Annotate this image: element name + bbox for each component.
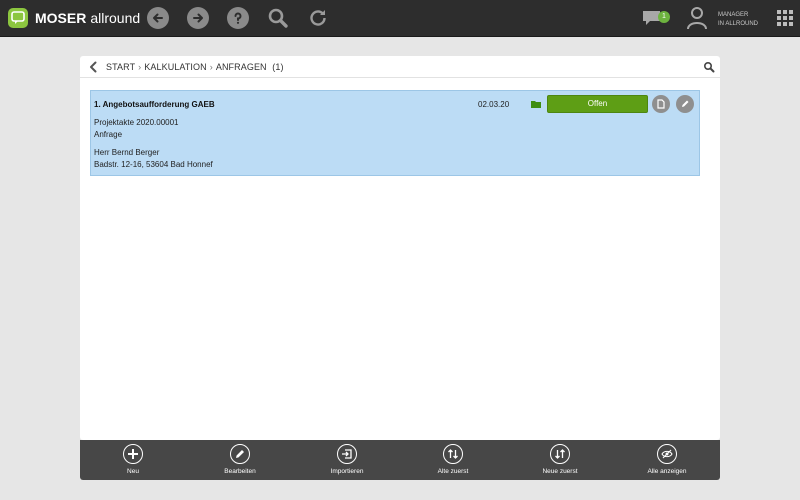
- top-bar: MOSER allround 1 MANAGER IN ALLROUND: [0, 0, 800, 37]
- import-button[interactable]: Importieren: [307, 440, 387, 480]
- sort-descending-icon: [550, 444, 570, 464]
- document-icon: [657, 99, 665, 109]
- breadcrumb-count: (1): [272, 62, 284, 72]
- list-search-icon[interactable]: [703, 61, 715, 73]
- import-label: Importieren: [330, 468, 364, 475]
- item-project: Projektakte 2020.00001: [94, 118, 179, 127]
- list-item[interactable]: 1. Angebotsaufforderung GAEB 02.03.20 Of…: [90, 90, 700, 176]
- search-icon: [268, 8, 288, 28]
- item-type: Anfrage: [94, 130, 123, 139]
- show-all-label: Alle anzeigen: [647, 468, 687, 475]
- bottom-toolbar: Neu Bearbeiten Importieren Alte zuerst N…: [80, 440, 720, 480]
- back-button[interactable]: [147, 7, 169, 29]
- user-label[interactable]: MANAGER IN ALLROUND: [718, 11, 758, 29]
- oldest-first-button[interactable]: Alte zuerst: [413, 440, 493, 480]
- copy-button[interactable]: [652, 95, 670, 113]
- pencil-icon: [682, 100, 689, 107]
- app-logo[interactable]: [8, 8, 28, 28]
- edit-item-button[interactable]: [676, 95, 694, 113]
- refresh-icon: [310, 10, 326, 26]
- breadcrumb-anfragen: ANFRAGEN: [215, 62, 267, 72]
- refresh-button[interactable]: [307, 7, 329, 29]
- breadcrumb: START › KALKULATION › ANFRAGEN (1): [106, 62, 284, 72]
- breadcrumb-kalkulation[interactable]: KALKULATION: [144, 62, 206, 72]
- import-icon: [337, 444, 357, 464]
- item-contact-name: Herr Bernd Berger: [94, 148, 160, 157]
- item-title: 1. Angebotsaufforderung GAEB: [94, 100, 215, 109]
- newest-first-button[interactable]: Neue zuerst: [520, 440, 600, 480]
- new-button[interactable]: Neu: [93, 440, 173, 480]
- item-date: 02.03.20: [478, 100, 510, 109]
- sort-ascending-icon: [443, 444, 463, 464]
- chat-bubble-logo-icon: [11, 11, 25, 24]
- user-role: MANAGER: [718, 12, 749, 18]
- new-label: Neu: [127, 468, 139, 475]
- breadcrumb-start[interactable]: START: [106, 62, 135, 72]
- user-icon[interactable]: [686, 6, 708, 30]
- show-all-button[interactable]: Alle anzeigen: [627, 440, 707, 480]
- edit-label: Bearbeiten: [224, 468, 256, 475]
- plus-icon: [123, 444, 143, 464]
- oldest-first-label: Alte zuerst: [437, 468, 469, 475]
- forward-button[interactable]: [187, 7, 209, 29]
- apps-grid-icon[interactable]: [777, 10, 793, 26]
- forward-arrow-icon: [193, 13, 203, 23]
- app-title: MOSER allround: [35, 10, 140, 26]
- newest-first-label: Neue zuerst: [542, 468, 578, 475]
- main-panel: START › KALKULATION › ANFRAGEN (1) 1. Angebo…: [80, 56, 720, 440]
- back-arrow-icon: [153, 13, 163, 23]
- breadcrumb-bar: START › KALKULATION › ANFRAGEN (1): [80, 56, 720, 78]
- breadcrumb-separator: ›: [138, 62, 142, 72]
- brand-light: allround: [90, 10, 141, 26]
- help-icon: [234, 12, 242, 24]
- breadcrumb-separator: ›: [209, 62, 213, 72]
- folder-icon[interactable]: [531, 100, 541, 108]
- eye-off-icon: [657, 444, 677, 464]
- messages-badge: 1: [658, 11, 670, 23]
- pencil-icon: [230, 444, 250, 464]
- edit-button[interactable]: Bearbeiten: [200, 440, 280, 480]
- item-contact-address: Badstr. 12-16, 53604 Bad Honnef: [94, 160, 213, 169]
- search-button[interactable]: [267, 7, 289, 29]
- help-button[interactable]: [227, 7, 249, 29]
- chevron-left-icon[interactable]: [88, 61, 98, 73]
- user-org: IN ALLROUND: [718, 21, 759, 27]
- brand-bold: MOSER: [35, 10, 87, 26]
- status-button[interactable]: Offen: [547, 95, 648, 113]
